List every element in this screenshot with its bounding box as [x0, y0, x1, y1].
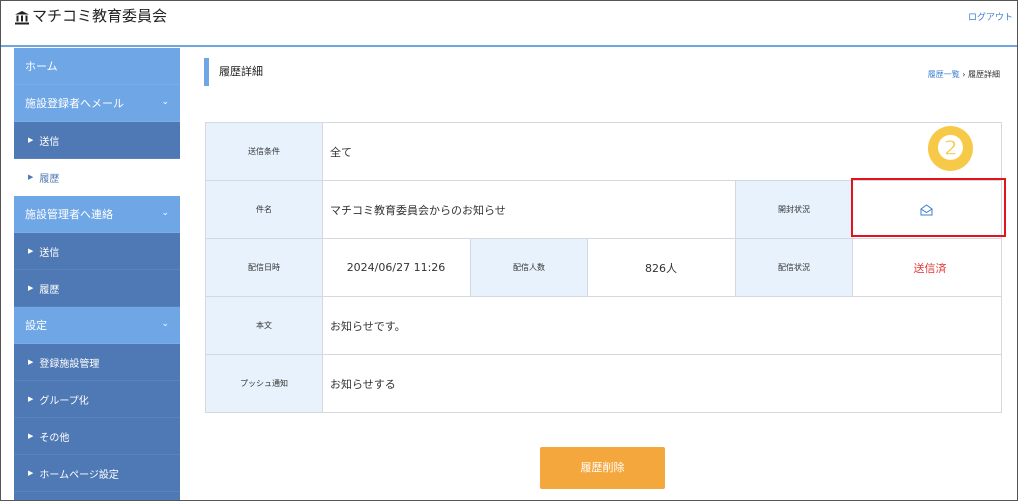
chevron-down-icon: ⌄ — [161, 208, 169, 218]
recipients-label: 配信人数 — [470, 238, 588, 297]
delivery-status-label: 配信状況 — [735, 238, 853, 297]
building-icon — [15, 11, 29, 25]
breadcrumb-link-history-list[interactable]: 履歴一覧 — [928, 70, 960, 79]
sidebar-item-contact-send[interactable]: ▶ 送信 — [14, 233, 180, 270]
sidebar-item-label: 履歴 — [39, 284, 60, 296]
table-row: プッシュ通知 お知らせする — [205, 354, 1003, 413]
header: マチコミ教育委員会 ログアウト — [1, 1, 1017, 47]
history-detail-table: 送信条件 全て 件名 マチコミ教育委員会からのお知らせ 開封状況 配信日時 20… — [205, 122, 1003, 413]
sidebar-section-mail[interactable]: 施設登録者へメール ⌄ — [14, 85, 180, 122]
send-date-label: 配信日時 — [205, 238, 323, 297]
subject-label: 件名 — [205, 180, 323, 239]
triangle-right-icon: ▶ — [28, 247, 34, 255]
sidebar-item-label: 履歴 — [39, 173, 60, 185]
triangle-right-icon: ▶ — [28, 358, 34, 366]
send-condition-label: 送信条件 — [205, 122, 323, 181]
sidebar-item-label: 送信 — [39, 247, 60, 259]
push-notification-label: プッシュ通知 — [205, 354, 323, 413]
sidebar-item-label: 送信 — [39, 136, 60, 148]
send-date-value: 2024/06/27 11:26 — [322, 238, 471, 297]
chevron-down-icon: ⌄ — [161, 319, 169, 329]
sidebar: ホーム 施設登録者へメール ⌄ ▶ 送信 ▶ 履歴 施設管理者へ連絡 ⌄ ▶ 送… — [14, 48, 180, 500]
sidebar-section-settings[interactable]: 設定 ⌄ — [14, 307, 180, 344]
triangle-right-icon: ▶ — [28, 173, 34, 181]
sidebar-section-contact[interactable]: 施設管理者へ連絡 ⌄ — [14, 196, 180, 233]
sidebar-item-mail-history[interactable]: ▶ 履歴 — [14, 159, 180, 196]
sidebar-item-label: 登録施設管理 — [39, 358, 100, 370]
logout-link[interactable]: ログアウト — [968, 10, 1013, 23]
delivery-status-value: 送信済 — [851, 238, 1003, 297]
table-row: 本文 お知らせです。 — [205, 296, 1003, 355]
recipients-value: 826人 — [587, 238, 736, 297]
sidebar-item-homepage-settings[interactable]: ▶ ホームページ設定 — [14, 455, 180, 492]
breadcrumb-separator: › — [962, 70, 966, 79]
triangle-right-icon: ▶ — [28, 136, 34, 144]
sidebar-item-home[interactable]: ホーム — [14, 48, 180, 85]
app-title: マチコミ教育委員会 — [32, 7, 168, 25]
body-value: お知らせです。 — [321, 296, 1003, 355]
triangle-right-icon: ▶ — [28, 469, 34, 477]
sidebar-item-grouping[interactable]: ▶ グループ化 — [14, 381, 180, 418]
open-status-label: 開封状況 — [735, 180, 853, 239]
breadcrumb-current: 履歴詳細 — [968, 70, 1000, 79]
sidebar-section-label: 施設登録者へメール — [25, 97, 124, 110]
triangle-right-icon: ▶ — [28, 432, 34, 440]
breadcrumb: 履歴一覧 › 履歴詳細 — [928, 69, 1000, 80]
subject-value: マチコミ教育委員会からのお知らせ — [322, 180, 736, 239]
triangle-right-icon: ▶ — [28, 395, 34, 403]
chevron-down-icon: ⌄ — [161, 97, 169, 107]
table-row: 送信条件 全て — [205, 122, 1003, 181]
page-title: 履歴詳細 — [204, 58, 263, 86]
sidebar-item-mail-send[interactable]: ▶ 送信 — [14, 122, 180, 159]
sidebar-item-facility-management[interactable]: ▶ 登録施設管理 — [14, 344, 180, 381]
sidebar-item-label: その他 — [39, 432, 70, 444]
sidebar-section-label: 施設管理者へ連絡 — [25, 208, 113, 221]
push-notification-value: お知らせする — [321, 354, 1003, 413]
delete-history-button[interactable]: 履歴削除 — [540, 447, 665, 489]
table-row: 配信日時 2024/06/27 11:26 配信人数 826人 配信状況 送信済 — [205, 238, 1003, 297]
sidebar-item-label: グループ化 — [39, 395, 89, 407]
send-condition-value: 全て — [321, 122, 1003, 181]
sidebar-section-label: 設定 — [25, 319, 47, 332]
sidebar-item-contact-history[interactable]: ▶ 履歴 — [14, 270, 180, 307]
triangle-right-icon: ▶ — [28, 284, 34, 292]
body-label: 本文 — [205, 296, 323, 355]
sidebar-item-label: ホームページ設定 — [39, 469, 119, 481]
sidebar-item-other[interactable]: ▶ その他 — [14, 418, 180, 455]
highlight-box — [851, 178, 1006, 237]
sidebar-item-label: ホーム — [25, 60, 58, 73]
step-number-badge: ❷ — [928, 126, 973, 171]
